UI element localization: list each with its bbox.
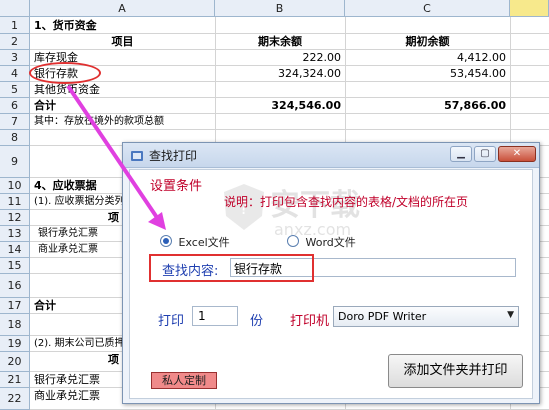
cell-b4[interactable]: 324,324.00	[215, 66, 345, 82]
cell-a5[interactable]: 其他货币资金	[34, 82, 100, 98]
cell-a10[interactable]: 4、应收票据	[34, 178, 97, 194]
find-highlight-box	[149, 254, 314, 282]
add-folder-print-button-label: 添加文件夹并打印	[403, 363, 508, 378]
cell-a13[interactable]: 银行承兑汇票	[38, 226, 98, 242]
cell-a22[interactable]: 商业承兑汇票	[34, 388, 100, 404]
custom-button-label: 私人定制	[162, 374, 206, 387]
column-header-b[interactable]: B	[215, 0, 345, 17]
chevron-down-icon: ▼	[507, 310, 514, 320]
dialog-title: 查找打印	[149, 149, 198, 163]
minimize-icon: ▁	[457, 148, 465, 159]
radio-word-indicator	[287, 235, 299, 247]
row-header-10[interactable]: 10	[0, 178, 30, 194]
row-header-13[interactable]: 13	[0, 226, 30, 242]
row-header-2[interactable]: 2	[0, 34, 30, 50]
find-print-dialog: 查找打印 ▁ ▢ ✕ ? 安下载 anxz.com 设置条件 说明：打印包含查找…	[122, 142, 540, 404]
cell-c6[interactable]: 57,866.00	[345, 98, 510, 114]
printer-select[interactable]: Doro PDF Writer ▼	[333, 306, 519, 327]
row-header-11[interactable]: 11	[0, 194, 30, 210]
close-button[interactable]: ✕	[498, 146, 536, 162]
radio-excel-label: Excel文件	[178, 236, 230, 249]
cell-a20[interactable]: 项	[108, 352, 119, 368]
dialog-titlebar[interactable]: 查找打印 ▁ ▢ ✕	[123, 143, 539, 168]
copies-input[interactable]: 1	[192, 306, 238, 326]
row-header-7[interactable]: 7	[0, 114, 30, 130]
row-header-3[interactable]: 3	[0, 50, 30, 66]
row-header-8[interactable]: 8	[0, 130, 30, 146]
row-header-15[interactable]: 15	[0, 258, 30, 274]
row-header-16[interactable]: 16	[0, 274, 30, 298]
copies-unit: 份	[250, 314, 264, 329]
row-header-20[interactable]: 20	[0, 352, 30, 372]
row-header-12[interactable]: 12	[0, 210, 30, 226]
section-label: 设置条件	[150, 179, 203, 194]
column-header-a[interactable]: A	[30, 0, 215, 17]
cell-a2[interactable]: 项目	[30, 34, 215, 50]
dialog-client-area: ? 安下载 anxz.com 设置条件 说明：打印包含查找内容的表格/文档的所在…	[129, 169, 533, 399]
row-header-14[interactable]: 14	[0, 242, 30, 258]
highlight-ellipse	[29, 62, 101, 84]
printer-label: 打印机	[290, 314, 330, 329]
cell-a14[interactable]: 商业承兑汇票	[38, 242, 98, 258]
cell-a21[interactable]: 银行承兑汇票	[34, 372, 100, 388]
radio-excel[interactable]: Excel文件	[160, 234, 230, 250]
app-icon	[130, 148, 144, 162]
note-text: 说明：打印包含查找内容的表格/文档的所在页	[224, 195, 469, 209]
maximize-button[interactable]: ▢	[474, 146, 496, 162]
row-header-22[interactable]: 22	[0, 388, 30, 410]
cell-b6[interactable]: 324,546.00	[215, 98, 345, 114]
cell-c4[interactable]: 53,454.00	[345, 66, 510, 82]
cell-a6[interactable]: 合计	[34, 98, 56, 114]
cell-a7[interactable]: 其中：存放在境外的款项总额	[34, 114, 164, 130]
row-header-4[interactable]: 4	[0, 66, 30, 82]
row-header-5[interactable]: 5	[0, 82, 30, 98]
copies-value: 1	[198, 309, 206, 323]
cell-a17[interactable]: 合计	[34, 298, 56, 314]
row-header-21[interactable]: 21	[0, 372, 30, 388]
row-header-18[interactable]: 18	[0, 314, 30, 336]
radio-word[interactable]: Word文件	[287, 234, 356, 250]
row-header-6[interactable]: 6	[0, 98, 30, 114]
cell-c3[interactable]: 4,412.00	[345, 50, 510, 66]
cell-c2[interactable]: 期初余额	[345, 34, 510, 50]
cell-a11[interactable]: (1). 应收票据分类列	[34, 194, 125, 210]
maximize-icon: ▢	[480, 148, 490, 159]
cell-b3[interactable]: 222.00	[215, 50, 345, 66]
cell-a12[interactable]: 项	[108, 210, 119, 226]
custom-button[interactable]: 私人定制	[151, 372, 217, 389]
select-all-corner[interactable]	[0, 0, 30, 17]
radio-word-label: Word文件	[305, 236, 356, 249]
printer-select-value: Doro PDF Writer	[338, 310, 427, 323]
add-folder-print-button[interactable]: 添加文件夹并打印	[388, 354, 523, 388]
row-header-1[interactable]: 1	[0, 17, 30, 34]
print-label: 打印	[158, 314, 185, 329]
column-header-c[interactable]: C	[345, 0, 510, 17]
row-header-19[interactable]: 19	[0, 336, 30, 352]
cell-a1[interactable]: 1、货币资金	[34, 18, 97, 34]
close-icon: ✕	[512, 148, 522, 159]
row-header-17[interactable]: 17	[0, 298, 30, 314]
column-header-d[interactable]	[510, 0, 549, 17]
minimize-button[interactable]: ▁	[450, 146, 472, 162]
cell-a19[interactable]: (2). 期末公司已质押	[34, 336, 125, 352]
row-header-9[interactable]: 9	[0, 146, 30, 178]
radio-excel-indicator	[160, 235, 172, 247]
cell-b2[interactable]: 期末余额	[215, 34, 345, 50]
